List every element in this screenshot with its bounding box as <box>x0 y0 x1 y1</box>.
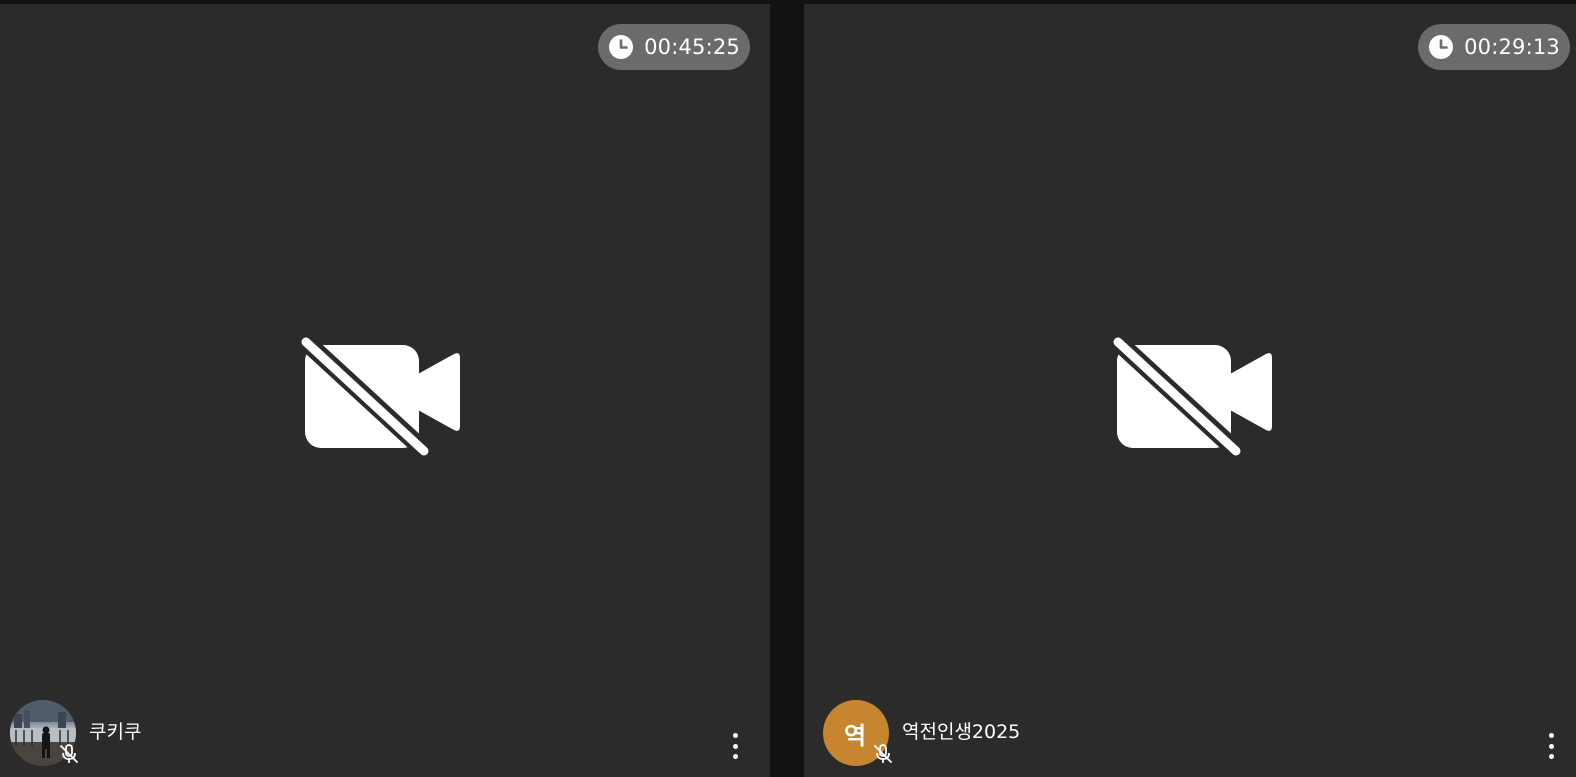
call-timer: 00:45:25 <box>598 24 750 70</box>
timer-text: 00:29:13 <box>1464 35 1560 59</box>
camera-off-icon <box>1112 334 1272 458</box>
camera-off-icon <box>300 334 460 458</box>
participant-tile[interactable]: 00:29:13 역 역전인생2025 <box>804 4 1576 777</box>
participant-name: 역전인생2025 <box>902 721 1021 743</box>
mic-off-icon <box>60 744 78 763</box>
more-vertical-icon <box>732 733 738 738</box>
participant-tile[interactable]: 00:45:25 쿠키쿠 <box>0 4 770 777</box>
timer-text: 00:45:25 <box>644 35 740 59</box>
video-grid: 00:45:25 쿠키쿠 00:29:13 역 역전인생2025 <box>0 0 1576 777</box>
more-options-button[interactable] <box>1546 733 1556 759</box>
participant-footer: 역 역전인생2025 <box>804 697 1576 777</box>
clock-icon <box>609 35 634 59</box>
participant-name: 쿠키쿠 <box>89 721 142 743</box>
clock-icon <box>1429 35 1454 59</box>
more-vertical-icon <box>1548 733 1554 738</box>
participant-footer: 쿠키쿠 <box>0 697 770 777</box>
call-timer: 00:29:13 <box>1418 24 1570 70</box>
more-options-button[interactable] <box>730 733 740 759</box>
mic-off-icon <box>874 744 892 763</box>
avatar-initial: 역 <box>843 721 867 750</box>
